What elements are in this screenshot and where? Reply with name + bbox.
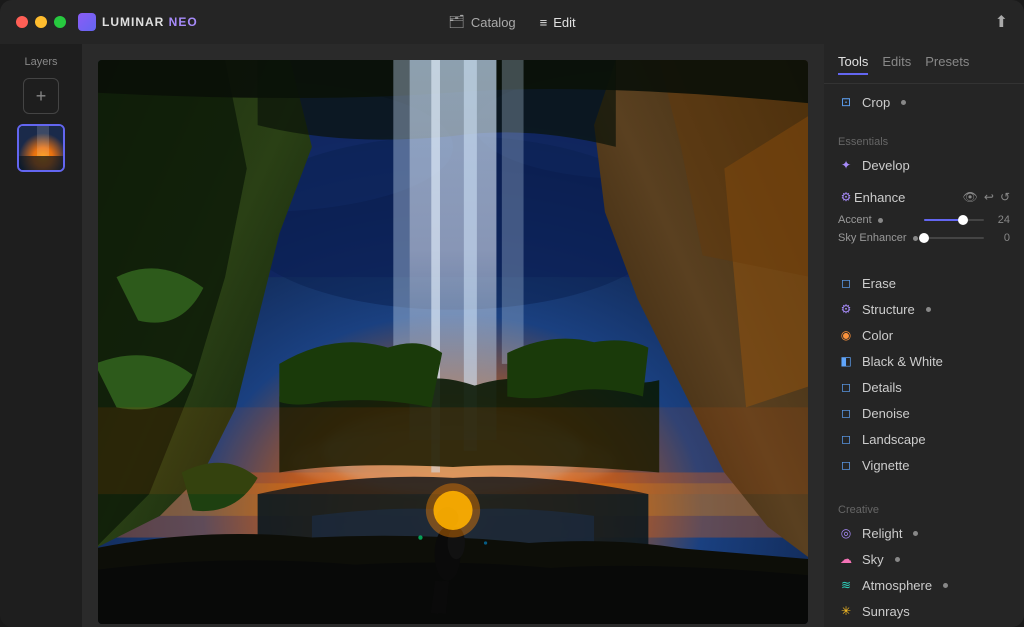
structure-dot	[926, 307, 931, 312]
bw-icon: ◧	[838, 353, 854, 369]
accent-thumb[interactable]	[958, 215, 968, 225]
traffic-lights	[16, 16, 66, 28]
crop-dot	[901, 100, 906, 105]
add-layer-button[interactable]: +	[23, 78, 59, 114]
tab-presets[interactable]: Presets	[925, 54, 969, 75]
atmosphere-dot	[943, 583, 948, 588]
catalog-icon: 🗂	[448, 14, 465, 30]
maximize-button[interactable]	[54, 16, 66, 28]
left-sidebar: Layers +	[0, 44, 82, 627]
canvas-area: 👁 15% ∨ Actions ∨	[82, 44, 824, 627]
tool-black-white[interactable]: ◧ Black & White	[838, 348, 1010, 374]
tool-relight[interactable]: ◎ Relight	[838, 520, 1010, 546]
title-bar: LUMINAR NEO 🗂 Catalog ≡ Edit ⬆	[0, 0, 1024, 44]
enhance-undo-icon[interactable]: ↺	[1000, 190, 1010, 204]
tool-structure[interactable]: ⚙ Structure	[838, 296, 1010, 322]
sky-enhancer-thumb[interactable]	[919, 233, 929, 243]
accent-dot	[878, 218, 883, 223]
tool-sky[interactable]: ☁ Sky	[838, 546, 1010, 572]
vignette-icon: ◻	[838, 457, 854, 473]
close-button[interactable]	[16, 16, 28, 28]
title-center-nav: 🗂 Catalog ≡ Edit	[448, 14, 575, 30]
sunrays-icon: ✳	[838, 603, 854, 619]
sky-enhancer-slider-row: Sky Enhancer 0	[838, 232, 1010, 244]
tool-crop[interactable]: ⊡ Crop	[824, 88, 1024, 116]
accent-slider-row: Accent 24	[838, 214, 1010, 226]
creative-section: Creative ◎ Relight ☁ Sky ≋ Atmosphere	[824, 492, 1024, 627]
photo-container	[82, 44, 824, 627]
nav-edit[interactable]: ≡ Edit	[540, 15, 576, 30]
nav-catalog[interactable]: 🗂 Catalog	[448, 14, 515, 30]
accent-slider[interactable]	[924, 219, 984, 221]
logo-icon	[78, 13, 96, 31]
slider-section: Accent 24 Sky Enhancer	[824, 210, 1024, 256]
relight-icon: ◎	[838, 525, 854, 541]
layer-thumbnail[interactable]	[17, 124, 65, 172]
tools-section: ◻ Erase ⚙ Structure ◉ Color ◧ Black & Wh…	[824, 264, 1024, 484]
tool-atmosphere[interactable]: ≋ Atmosphere	[838, 572, 1010, 598]
tool-erase[interactable]: ◻ Erase	[838, 270, 1010, 296]
tool-color[interactable]: ◉ Color	[838, 322, 1010, 348]
sky-enhancer-dot	[913, 236, 918, 241]
title-right: ⬆	[995, 12, 1008, 32]
tool-landscape[interactable]: ◻ Landscape	[838, 426, 1010, 452]
enhance-eye-icon[interactable]: 👁	[963, 190, 978, 204]
essentials-section: Essentials ✦ Develop	[824, 124, 1024, 184]
sky-icon: ☁	[838, 551, 854, 567]
app-window: LUMINAR NEO 🗂 Catalog ≡ Edit ⬆ Layers +	[0, 0, 1024, 627]
edit-icon: ≡	[540, 15, 548, 30]
color-icon: ◉	[838, 327, 854, 343]
sky-enhancer-slider[interactable]	[924, 237, 984, 239]
right-panel: Tools Edits Presets ⊡ Crop Essentials	[824, 44, 1024, 627]
tab-edits[interactable]: Edits	[882, 54, 911, 75]
atmosphere-icon: ≋	[838, 577, 854, 593]
tool-enhance[interactable]: ⚙ Enhance 👁 ↩ ↺	[824, 184, 1024, 210]
app-name: LUMINAR NEO	[102, 15, 198, 29]
tool-sunrays[interactable]: ✳ Sunrays	[838, 598, 1010, 624]
tool-denoise[interactable]: ◻ Denoise	[838, 400, 1010, 426]
export-icon[interactable]: ⬆	[995, 14, 1008, 31]
tool-develop[interactable]: ✦ Develop	[838, 152, 1010, 178]
enhance-reset-icon[interactable]: ↩	[984, 190, 994, 204]
relight-dot	[913, 531, 918, 536]
essentials-label: Essentials	[838, 136, 1010, 148]
crop-icon: ⊡	[838, 94, 854, 110]
tool-details[interactable]: ◻ Details	[838, 374, 1010, 400]
main-content: Layers +	[0, 44, 1024, 627]
app-logo: LUMINAR NEO	[78, 13, 198, 31]
structure-icon: ⚙	[838, 301, 854, 317]
creative-label: Creative	[838, 504, 1010, 516]
panel-tabs: Tools Edits Presets	[824, 44, 1024, 84]
photo-waterfall	[98, 60, 808, 624]
minimize-button[interactable]	[35, 16, 47, 28]
tool-vignette[interactable]: ◻ Vignette	[838, 452, 1010, 478]
sky-dot	[895, 557, 900, 562]
develop-icon: ✦	[838, 157, 854, 173]
photo-frame	[98, 60, 808, 624]
erase-icon: ◻	[838, 275, 854, 291]
enhance-action-icons: 👁 ↩ ↺	[963, 190, 1010, 204]
landscape-icon: ◻	[838, 431, 854, 447]
details-icon: ◻	[838, 379, 854, 395]
denoise-icon: ◻	[838, 405, 854, 421]
enhance-icon: ⚙	[838, 189, 854, 205]
tab-tools[interactable]: Tools	[838, 54, 868, 75]
layers-label: Layers	[24, 56, 57, 68]
